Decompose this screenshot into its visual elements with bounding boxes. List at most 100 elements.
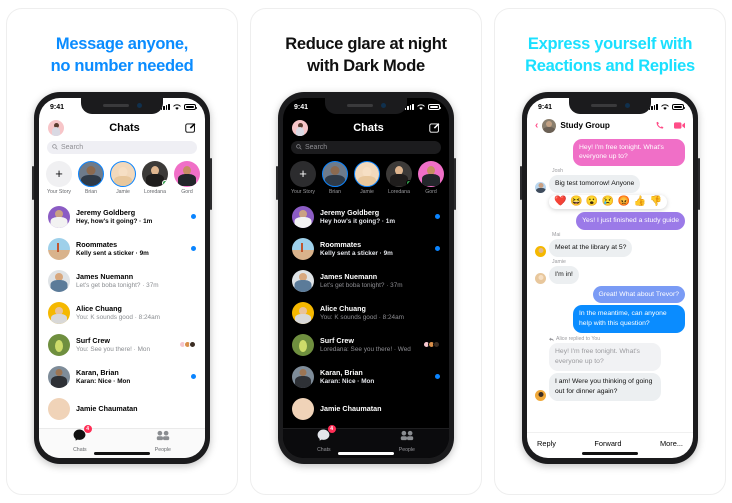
reaction-laughing[interactable]: 😆: [570, 197, 582, 207]
story-jamie[interactable]: Jamie: [110, 160, 136, 195]
avatar[interactable]: [535, 245, 546, 257]
message-bubble[interactable]: Hey! I'm free tonight. What's everyone u…: [573, 138, 685, 167]
message-row[interactable]: Big test tomorrow! Anyone: [535, 175, 685, 194]
message-bubble[interactable]: Big test tomorrow! Anyone: [549, 175, 641, 194]
story-gord[interactable]: Gord: [174, 160, 200, 195]
phone-icon[interactable]: [655, 121, 665, 131]
story-loredana[interactable]: Loredana: [386, 160, 412, 195]
story-jamie[interactable]: Jamie: [354, 160, 380, 195]
story-brian[interactable]: Brian: [322, 160, 348, 195]
list-item[interactable]: Karan, Brian Karan: Nice · Mon: [39, 361, 205, 393]
quoted-message-bubble[interactable]: Hey! I'm free tonight. What's everyone u…: [549, 343, 661, 371]
avatar[interactable]: [535, 182, 546, 194]
compose-icon[interactable]: [185, 122, 196, 133]
list-item[interactable]: James Nuemann Let's get boba tonight? · 3…: [283, 265, 449, 297]
avatar[interactable]: [535, 389, 546, 401]
message-row[interactable]: I'm in!: [535, 265, 685, 284]
list-item[interactable]: Surf Crew You: See you there! · Mon: [39, 329, 205, 361]
avatar[interactable]: [48, 397, 70, 420]
avatar[interactable]: [48, 333, 70, 356]
story-brian[interactable]: Brian: [78, 160, 104, 195]
back-chevron-icon[interactable]: ‹: [535, 120, 538, 131]
avatar[interactable]: [48, 365, 70, 388]
list-item[interactable]: James Nuemann Let's get boba tonight? · 3…: [39, 265, 205, 297]
video-camera-icon[interactable]: [674, 121, 685, 130]
tab-people[interactable]: People: [155, 428, 171, 453]
stories-row[interactable]: + Your Story Brian Jamie Loredana Gord: [39, 160, 205, 201]
avatar[interactable]: [292, 365, 314, 388]
avatar[interactable]: [48, 269, 70, 292]
more-button[interactable]: More...: [660, 439, 683, 448]
avatar[interactable]: [535, 272, 546, 284]
stories-row[interactable]: + Your Story Brian Jamie Loredana Gord: [283, 160, 449, 201]
avatar[interactable]: [292, 119, 308, 136]
avatar[interactable]: [292, 301, 314, 324]
tab-chats[interactable]: 4 Chats: [73, 425, 92, 453]
list-item[interactable]: Jeremy Goldberg Hey, how's it going? · 1m: [39, 201, 205, 233]
avatar[interactable]: [292, 397, 314, 420]
avatar[interactable]: [292, 333, 314, 356]
story-avatar[interactable]: [354, 160, 380, 187]
message-bubble[interactable]: Great! What about Trevor?: [592, 285, 685, 304]
story-gord[interactable]: Gord: [418, 160, 444, 195]
list-item[interactable]: Alice Chuang You: K sounds good · 8:24am: [283, 297, 449, 329]
message-bubble[interactable]: I am! Were you thinking of going out for…: [549, 372, 661, 401]
story-avatar[interactable]: [386, 160, 412, 187]
list-item[interactable]: Roommates Kelly sent a sticker · 9m: [283, 233, 449, 265]
reaction-wow[interactable]: 😮: [586, 197, 598, 207]
message-bubble[interactable]: I'm in!: [549, 265, 579, 284]
list-item[interactable]: Jeremy Goldberg Hey how's it going? · 1m: [283, 201, 449, 233]
forward-button[interactable]: Forward: [594, 439, 621, 448]
story-avatar[interactable]: [110, 160, 136, 187]
avatar[interactable]: [292, 269, 314, 292]
message-row[interactable]: Meet at the library at 5?: [535, 238, 685, 257]
avatar[interactable]: [48, 301, 70, 324]
add-story-icon[interactable]: +: [290, 160, 316, 187]
story-your-story[interactable]: + Your Story: [46, 160, 72, 195]
story-avatar[interactable]: [174, 160, 200, 187]
search-input[interactable]: Search: [291, 140, 441, 154]
reaction-angry[interactable]: 😡: [618, 197, 630, 207]
chat-list-light[interactable]: Jeremy Goldberg Hey, how's it going? · 1m…: [39, 201, 205, 428]
story-avatar[interactable]: [142, 160, 168, 187]
reaction-thumbs-up[interactable]: 👍: [634, 197, 646, 207]
reply-button[interactable]: Reply: [537, 439, 556, 448]
avatar[interactable]: [48, 119, 64, 136]
story-avatar[interactable]: [418, 160, 444, 187]
story-your-story[interactable]: + Your Story: [290, 160, 316, 195]
message-bubble[interactable]: Yes! I just finished a study guide: [576, 212, 685, 230]
list-item[interactable]: Jamie Chaumatan: [39, 393, 205, 425]
message-row[interactable]: I am! Were you thinking of going out for…: [535, 372, 685, 401]
reaction-sad[interactable]: 😢: [602, 197, 614, 207]
avatar[interactable]: [292, 237, 314, 260]
story-loredana[interactable]: Loredana: [142, 160, 168, 195]
avatar[interactable]: [292, 205, 314, 228]
story-avatar[interactable]: [78, 160, 104, 187]
list-item[interactable]: Surf Crew Loredana: See you there! · Wed: [283, 329, 449, 361]
tab-chats[interactable]: 4 Chats: [317, 425, 336, 453]
list-item[interactable]: Jamie Chaumatan: [283, 393, 449, 425]
message-row[interactable]: In the meantime, can anyone help with th…: [535, 305, 685, 334]
list-item[interactable]: Roommates Kelly sent a sticker · 9m: [39, 233, 205, 265]
list-item[interactable]: Alice Chuang You: K sounds good · 8:24am: [39, 297, 205, 329]
avatar[interactable]: [542, 118, 557, 133]
message-bubble[interactable]: In the meantime, can anyone help with th…: [573, 305, 685, 334]
message-row[interactable]: Hey! I'm free tonight. What's everyone u…: [535, 138, 685, 167]
avatar[interactable]: [48, 237, 70, 260]
reaction-thumbs-down[interactable]: 👎: [650, 197, 662, 207]
chat-list-dark[interactable]: Jeremy Goldberg Hey how's it going? · 1m …: [283, 201, 449, 428]
add-story-icon[interactable]: +: [46, 160, 72, 187]
reaction-heart[interactable]: ❤️: [554, 197, 566, 207]
story-avatar[interactable]: [322, 160, 348, 187]
message-row[interactable]: Hey! I'm free tonight. What's everyone u…: [535, 343, 685, 371]
message-row[interactable]: Great! What about Trevor?: [535, 285, 685, 304]
message-bubble[interactable]: Meet at the library at 5?: [549, 238, 633, 257]
list-item[interactable]: Karan, Brian Karan: Nice · Mon: [283, 361, 449, 393]
avatar[interactable]: [48, 205, 70, 228]
compose-icon[interactable]: [429, 122, 440, 133]
tab-people[interactable]: People: [399, 428, 415, 453]
reaction-picker[interactable]: ❤️ 😆 😮 😢 😡 👍 👎: [549, 195, 668, 210]
message-row[interactable]: Yes! I just finished a study guide: [535, 212, 685, 230]
message-thread[interactable]: Hey! I'm free tonight. What's everyone u…: [527, 138, 693, 432]
search-input[interactable]: Search: [47, 140, 197, 154]
